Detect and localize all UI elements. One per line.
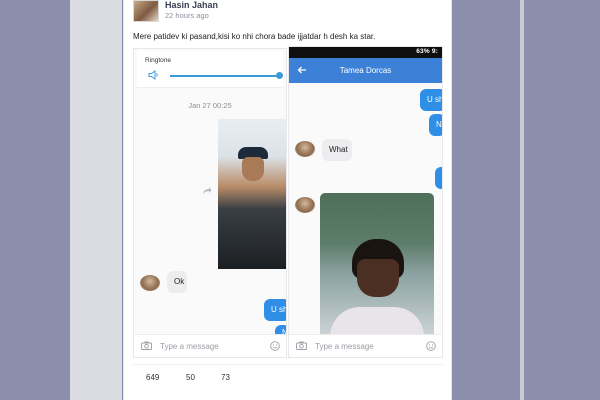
- message-text: N: [436, 120, 442, 129]
- outgoing-message: N: [429, 114, 442, 136]
- author-avatar[interactable]: [133, 0, 159, 22]
- volume-slider-track[interactable]: [170, 75, 280, 77]
- chat-date-stamp: Jan 27 00:25: [188, 101, 232, 110]
- contact-avatar: [140, 275, 160, 291]
- author-name[interactable]: Hasin Jahan: [165, 0, 218, 10]
- message-input[interactable]: [160, 339, 264, 353]
- left-sidebar-strip: [70, 0, 122, 400]
- message-compose-bar: [289, 334, 442, 357]
- contact-name: Tamea Dorcas: [339, 66, 392, 75]
- comments-count[interactable]: 50: [186, 373, 195, 382]
- shares-count[interactable]: 73: [221, 373, 230, 382]
- incoming-message: Ok: [167, 271, 187, 293]
- message-text: Ok: [174, 277, 185, 286]
- chat-header: Tamea Dorcas: [289, 58, 442, 83]
- stats-divider: [133, 364, 443, 365]
- status-bar: 63% 9:: [289, 47, 442, 58]
- outgoing-message: I: [435, 167, 443, 189]
- emoji-icon[interactable]: [426, 341, 436, 351]
- outgoing-message: U sh: [420, 89, 443, 111]
- outgoing-message: U sh: [264, 299, 287, 321]
- speaker-icon: [148, 70, 158, 80]
- post-timestamp[interactable]: 22 hours ago: [165, 11, 209, 20]
- incoming-message: What: [322, 139, 352, 161]
- right-chat-screenshot: 63% 9: Tamea Dorcas U sh N What I: [288, 46, 443, 358]
- message-compose-bar: [134, 334, 286, 357]
- photo-face: [357, 259, 399, 297]
- photo-face: [242, 157, 264, 181]
- camera-icon[interactable]: [296, 341, 307, 350]
- message-text: What: [329, 145, 348, 154]
- message-text: U sh: [271, 305, 287, 314]
- message-input[interactable]: [315, 339, 419, 353]
- share-icon[interactable]: [202, 186, 212, 196]
- contact-avatar: [295, 141, 315, 157]
- volume-slider-thumb[interactable]: [276, 72, 283, 79]
- ringtone-volume-panel: Ringtone: [137, 51, 283, 88]
- left-chat-screenshot: Ringtone Jan 27 00:25 Ok U sh Type a mes…: [133, 48, 287, 358]
- status-battery-time: 63% 9:: [416, 48, 438, 55]
- emoji-icon[interactable]: [270, 341, 280, 351]
- shared-photo-girl[interactable]: [320, 193, 434, 338]
- post-caption: Mere patidev ki pasand,kisi ko nhi chora…: [133, 32, 376, 41]
- message-text: U sh: [427, 95, 443, 104]
- right-sidebar-strip: [520, 0, 524, 400]
- attached-screenshots[interactable]: Ringtone Jan 27 00:25 Ok U sh Type a mes…: [133, 46, 443, 358]
- message-text: I: [442, 173, 443, 182]
- social-post: Hasin Jahan 22 hours ago Mere patidev ki…: [123, 0, 452, 400]
- camera-icon[interactable]: [141, 341, 152, 350]
- reactions-count[interactable]: 649: [146, 373, 159, 382]
- ringtone-label: Ringtone: [145, 57, 172, 64]
- shared-photo-man[interactable]: [218, 119, 286, 269]
- contact-avatar: [295, 197, 315, 213]
